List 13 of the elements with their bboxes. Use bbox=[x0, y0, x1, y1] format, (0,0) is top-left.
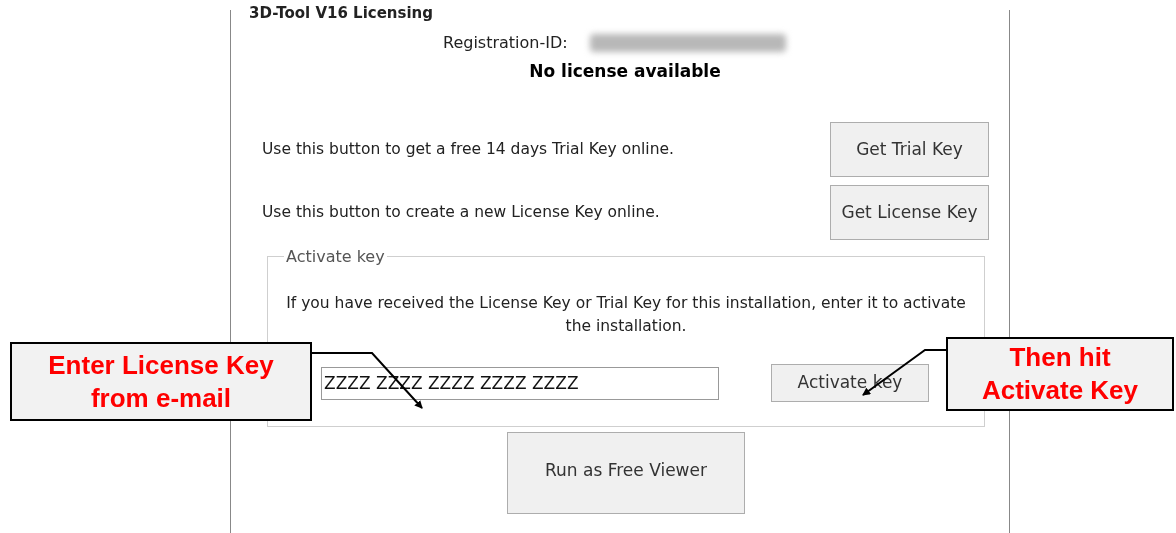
activate-description: If you have received the License Key or Trial Key for this installation, enter it to activate the installation. bbox=[285, 293, 967, 337]
dialog-title: 3D-Tool V16 Licensing bbox=[249, 3, 435, 24]
callout-text: Then hit bbox=[1009, 341, 1111, 374]
callout-text: from e-mail bbox=[90, 381, 232, 415]
registration-label: Registration-ID: bbox=[443, 31, 568, 54]
action-button[interactable]: Get Trial Key bbox=[830, 122, 989, 177]
action-description: Use this button to create a new License Key online. bbox=[262, 201, 660, 223]
callout-text: Activate Key bbox=[981, 374, 1139, 407]
free-viewer-button[interactable]: Run as Free Viewer bbox=[507, 432, 745, 514]
action-description: Use this button to get a free 14 days Trial Key online. bbox=[262, 138, 674, 160]
license-status: No license available bbox=[529, 59, 721, 83]
action-button[interactable]: Get License Key bbox=[830, 185, 989, 240]
callout-text: Enter License Key bbox=[48, 348, 274, 382]
